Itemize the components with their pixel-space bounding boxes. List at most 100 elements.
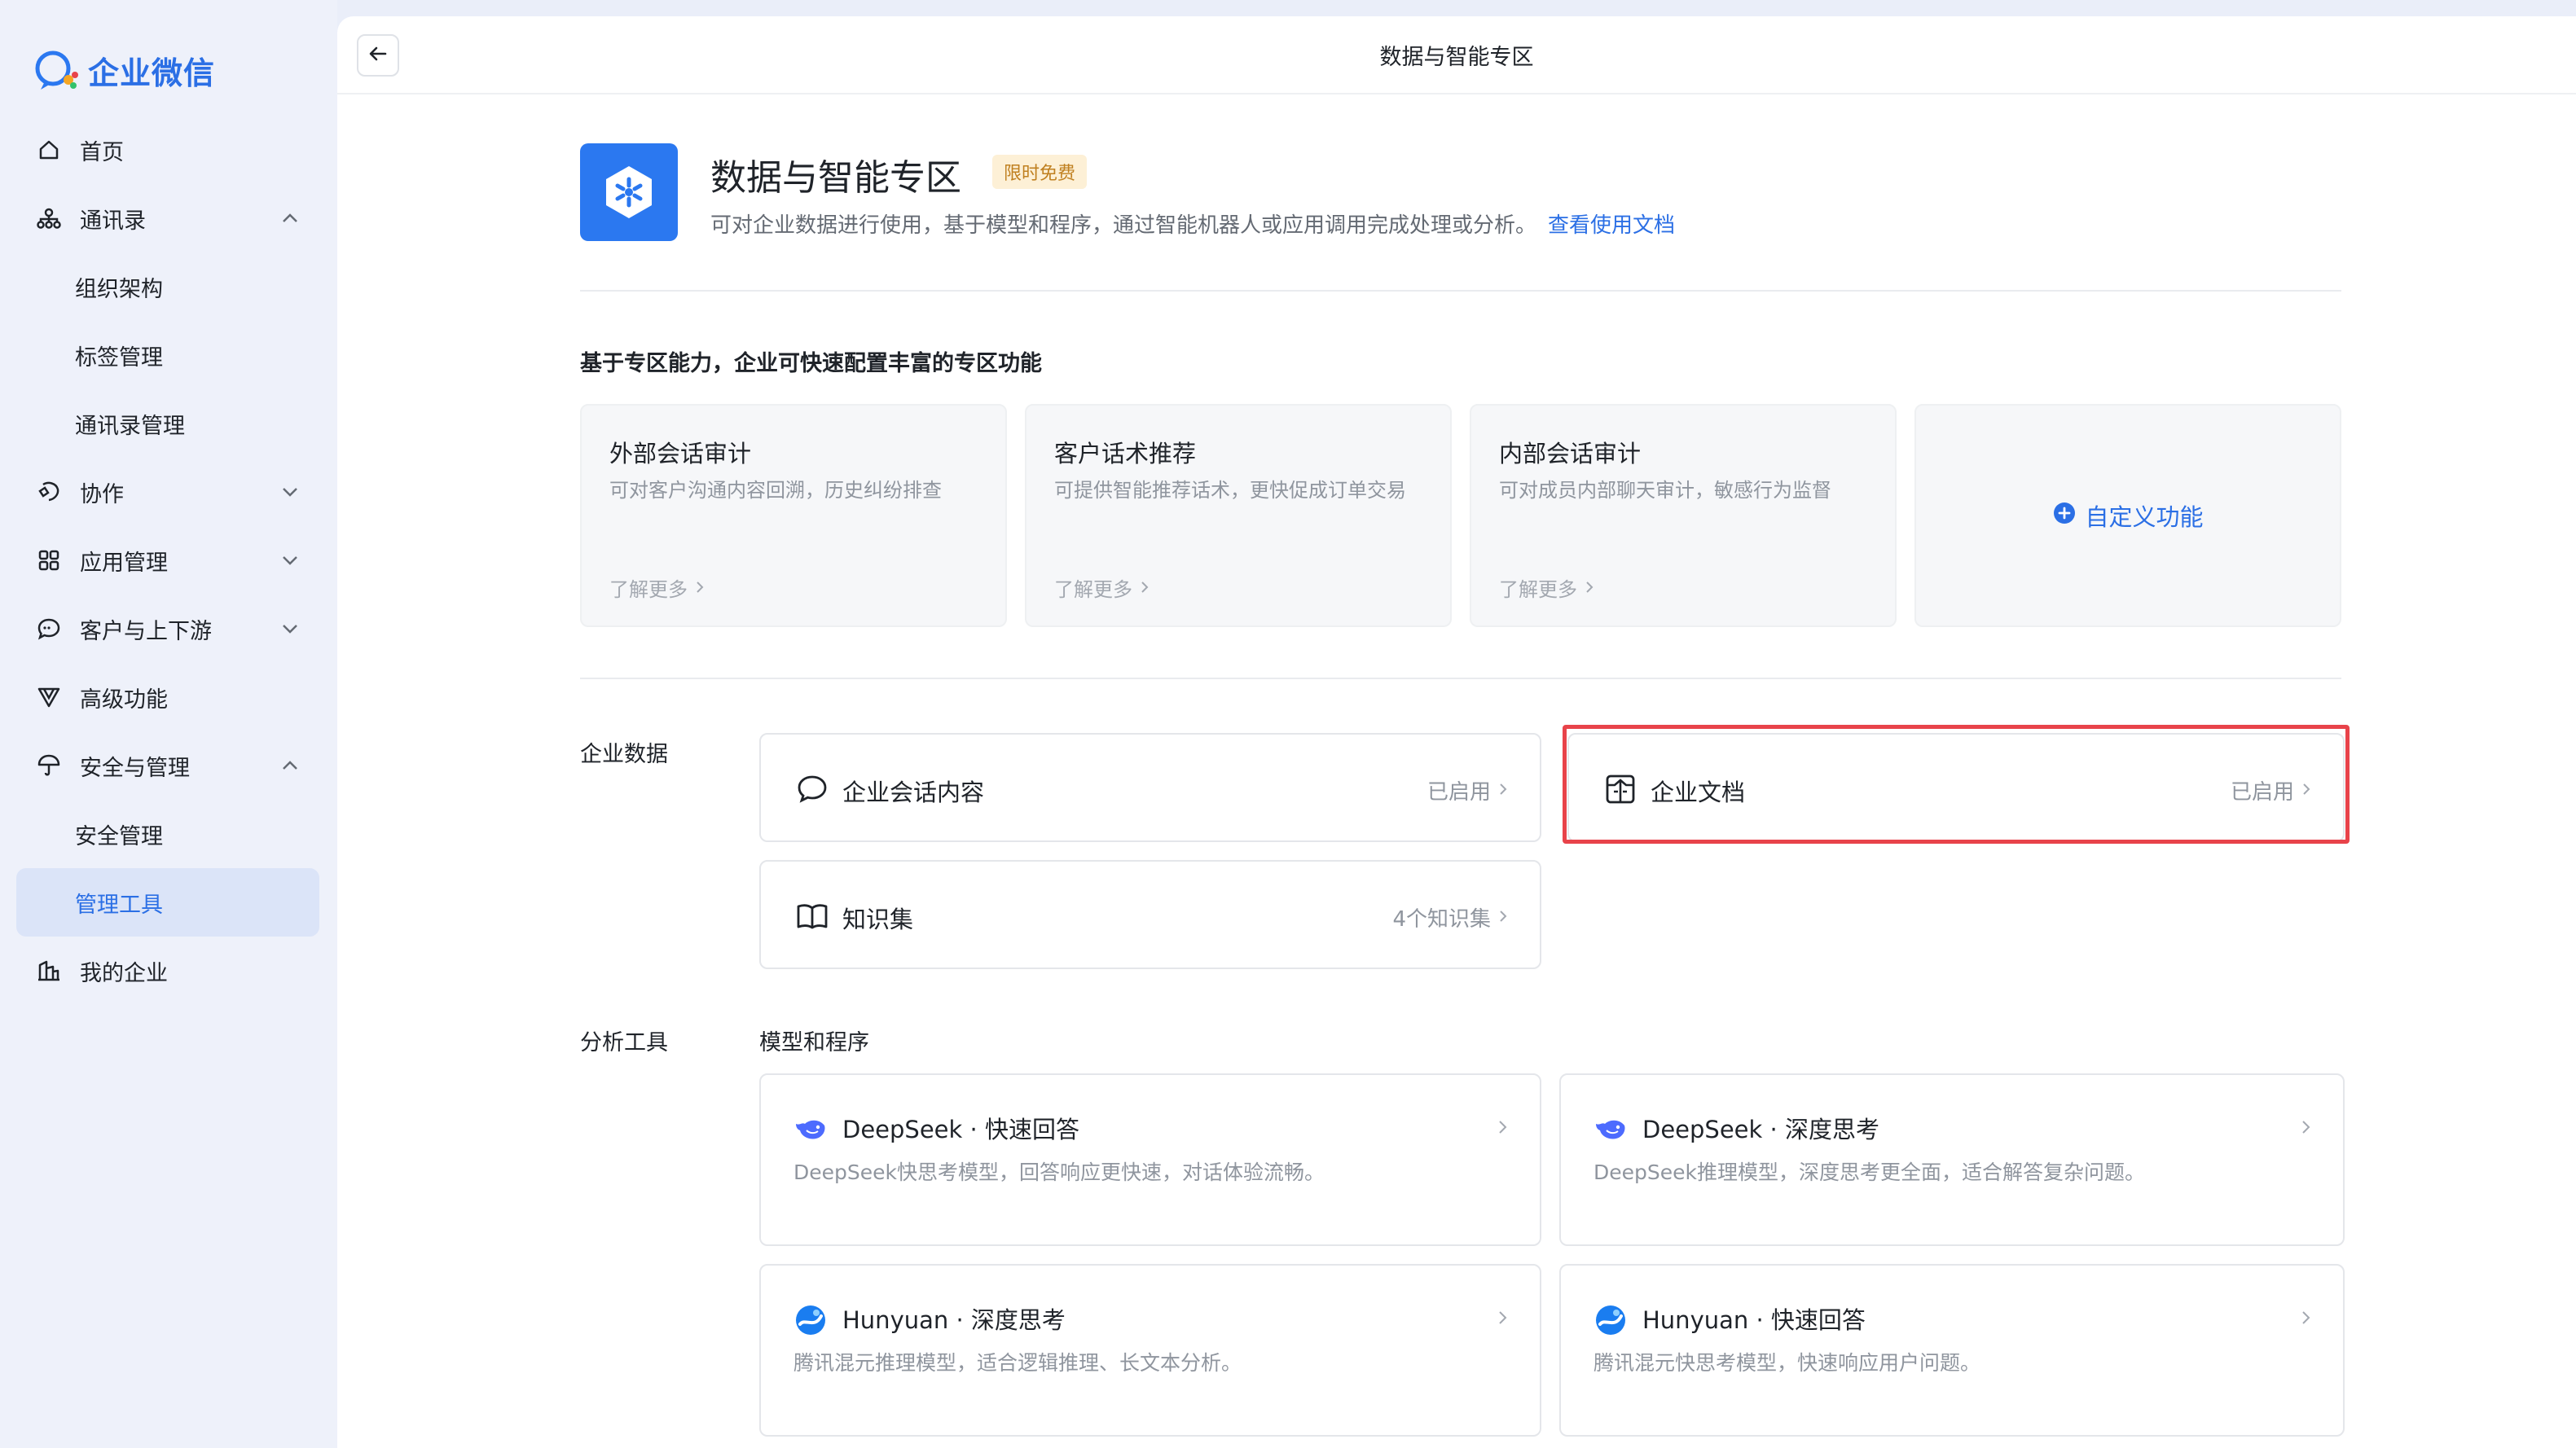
sidebar-item-advanced[interactable]: 高级功能 (16, 663, 319, 731)
model-desc: 腾讯混元快思考模型，快速响应用户问题。 (1594, 1351, 1981, 1375)
chevron-right-icon (1584, 577, 1595, 599)
chevron-up-icon (279, 754, 301, 777)
section-description: 可对企业数据进行使用，基于模型和程序，通过智能机器人或应用调用完成处理或分析。查… (710, 208, 1675, 239)
feature-card-script-recommend[interactable]: 客户话术推荐 可提供智能推荐话术，更快促成订单交易 了解更多 (1025, 404, 1452, 627)
sidebar-item-label: 我的企业 (80, 960, 168, 986)
highlight-box (1563, 725, 2350, 844)
wecom-logo-icon (33, 47, 80, 93)
model-name: Hunyuan · 深度思考 (842, 1306, 1066, 1334)
model-desc: DeepSeek快思考模型，回答响应更快速，对话体验流畅。 (793, 1161, 1325, 1184)
sidebar-item-tags[interactable]: 标签管理 (16, 321, 319, 389)
chevron-right-icon (2296, 1308, 2315, 1327)
model-desc: DeepSeek推理模型，深度思考更全面，适合解答复杂问题。 (1594, 1161, 2145, 1184)
org-icon (36, 205, 62, 231)
model-name: DeepSeek · 快速回答 (842, 1116, 1079, 1143)
feature-title: 外部会话审计 (609, 440, 752, 467)
book-icon (795, 899, 829, 933)
sidebar-item-collaboration[interactable]: 协作 (16, 458, 319, 526)
features-heading: 基于专区能力，企业可快速配置丰富的专区功能 (580, 351, 1042, 376)
sidebar-item-label: 安全与管理 (80, 755, 190, 781)
sidebar-item-management-tools[interactable]: 管理工具 (16, 868, 319, 937)
sidebar-item-label: 标签管理 (75, 344, 163, 371)
chevron-up-icon (279, 207, 301, 230)
model-card-hunyuan-deep[interactable]: Hunyuan · 深度思考 腾讯混元推理模型，适合逻辑推理、长文本分析。 (759, 1264, 1541, 1437)
feature-card-internal-audit[interactable]: 内部会话审计 可对成员内部聊天审计，敏感行为监督 了解更多 (1470, 404, 1897, 627)
sidebar-item-label: 高级功能 (80, 687, 168, 713)
hunyuan-icon (793, 1303, 828, 1337)
sidebar-item-app-management[interactable]: 应用管理 (16, 526, 319, 595)
sidebar-item-label: 通讯录管理 (75, 413, 185, 439)
knowledge-set-card[interactable]: 知识集 4个知识集 (759, 860, 1541, 969)
sidebar-item-customers[interactable]: 客户与上下游 (16, 595, 319, 663)
model-card-deepseek-fast[interactable]: DeepSeek · 快速回答 DeepSeek快思考模型，回答响应更快速，对话… (759, 1073, 1541, 1246)
models-programs-label: 模型和程序 (759, 1030, 869, 1055)
chevron-right-icon (2296, 1117, 2315, 1137)
learn-more-link[interactable]: 了解更多 (1499, 573, 1595, 602)
chevron-right-icon (1497, 779, 1509, 803)
enterprise-chat-card[interactable]: 企业会话内容 已启用 (759, 733, 1541, 842)
main-panel: 数据与智能专区 数据与智能专区 限时免费 可对企业数据进行使用，基于模型和程序，… (337, 16, 2576, 1448)
model-card-hunyuan-fast[interactable]: Hunyuan · 快速回答 腾讯混元快思考模型，快速响应用户问题。 (1559, 1264, 2345, 1437)
sidebar-item-label: 管理工具 (75, 892, 163, 918)
chevron-down-icon (279, 617, 301, 640)
feature-title: 内部会话审计 (1499, 440, 1642, 467)
description-text: 可对企业数据进行使用，基于模型和程序，通过智能机器人或应用调用完成处理或分析。 (710, 213, 1537, 238)
top-bar: 数据与智能专区 (337, 16, 2576, 94)
sidebar-item-contacts-management[interactable]: 通讯录管理 (16, 389, 319, 458)
sidebar-item-label: 首页 (80, 139, 124, 165)
model-name: DeepSeek · 深度思考 (1642, 1116, 1879, 1143)
model-card-deepseek-deep[interactable]: DeepSeek · 深度思考 DeepSeek推理模型，深度思考更全面，适合解… (1559, 1073, 2345, 1246)
feature-card-custom[interactable]: 自定义功能 (1914, 404, 2341, 627)
building-icon (36, 958, 62, 984)
sidebar-item-security[interactable]: 安全管理 (16, 800, 319, 868)
custom-function-label: 自定义功能 (2085, 503, 2204, 531)
enterprise-data-label: 企业数据 (580, 742, 668, 767)
free-badge: 限时免费 (992, 155, 1088, 189)
app-logo[interactable]: 企业微信 (33, 47, 215, 93)
status-text: 已启用 (1426, 780, 1491, 805)
learn-more-label: 了解更多 (609, 578, 688, 601)
data-card-status: 4个知识集 (1392, 902, 1509, 932)
custom-function-button[interactable]: 自定义功能 (1916, 406, 2340, 625)
chevron-right-icon (1492, 1308, 1512, 1327)
data-card-label: 知识集 (842, 906, 914, 933)
doc-link[interactable]: 查看使用文档 (1548, 213, 1675, 238)
sidebar-item-org-structure[interactable]: 组织架构 (16, 252, 319, 321)
learn-more-label: 了解更多 (1499, 578, 1577, 601)
collab-icon (36, 479, 62, 505)
data-card-label: 企业会话内容 (842, 779, 985, 806)
feature-desc: 可提供智能推荐话术，更快促成订单交易 (1054, 479, 1406, 502)
sidebar-nav: 首页 通讯录 组织架构 标签管理 通讯录管理 协作 应用管理 客户与上下游 高级… (16, 116, 319, 1005)
data-card-status: 已启用 (1427, 775, 1509, 805)
sidebar-item-contacts[interactable]: 通讯录 (16, 184, 319, 252)
feature-title: 客户话术推荐 (1054, 440, 1197, 467)
sidebar-item-my-enterprise[interactable]: 我的企业 (16, 937, 319, 1005)
feature-card-external-audit[interactable]: 外部会话审计 可对客户沟通内容回溯，历史纠纷排查 了解更多 (580, 404, 1007, 627)
app-name: 企业微信 (88, 55, 216, 91)
chevron-right-icon (694, 577, 706, 599)
chevron-down-icon (279, 480, 301, 503)
sidebar-item-label: 通讯录 (80, 208, 146, 234)
feature-desc: 可对客户沟通内容回溯，历史纠纷排查 (609, 479, 942, 502)
data-intelligence-icon (580, 143, 678, 241)
chevron-down-icon (279, 549, 301, 572)
chat-icon (36, 616, 62, 642)
filter-icon (36, 684, 62, 710)
grid-icon (36, 547, 62, 573)
divider (580, 678, 2341, 679)
chevron-right-icon (1139, 577, 1150, 599)
section-title: 数据与智能专区 (710, 157, 961, 199)
chevron-right-icon (1497, 906, 1509, 930)
sidebar-item-label: 安全管理 (75, 823, 163, 849)
sidebar-item-label: 协作 (80, 481, 124, 507)
sidebar-item-label: 客户与上下游 (80, 618, 212, 644)
chevron-right-icon (1492, 1117, 1512, 1137)
status-text: 4个知识集 (1392, 907, 1491, 932)
sidebar-item-home[interactable]: 首页 (16, 116, 319, 184)
feature-desc: 可对成员内部聊天审计，敏感行为监督 (1499, 479, 1831, 502)
learn-more-link[interactable]: 了解更多 (609, 573, 706, 602)
learn-more-link[interactable]: 了解更多 (1054, 573, 1150, 602)
home-icon (36, 137, 62, 163)
sidebar-item-security-management[interactable]: 安全与管理 (16, 731, 319, 800)
analysis-tools-label: 分析工具 (580, 1030, 668, 1055)
